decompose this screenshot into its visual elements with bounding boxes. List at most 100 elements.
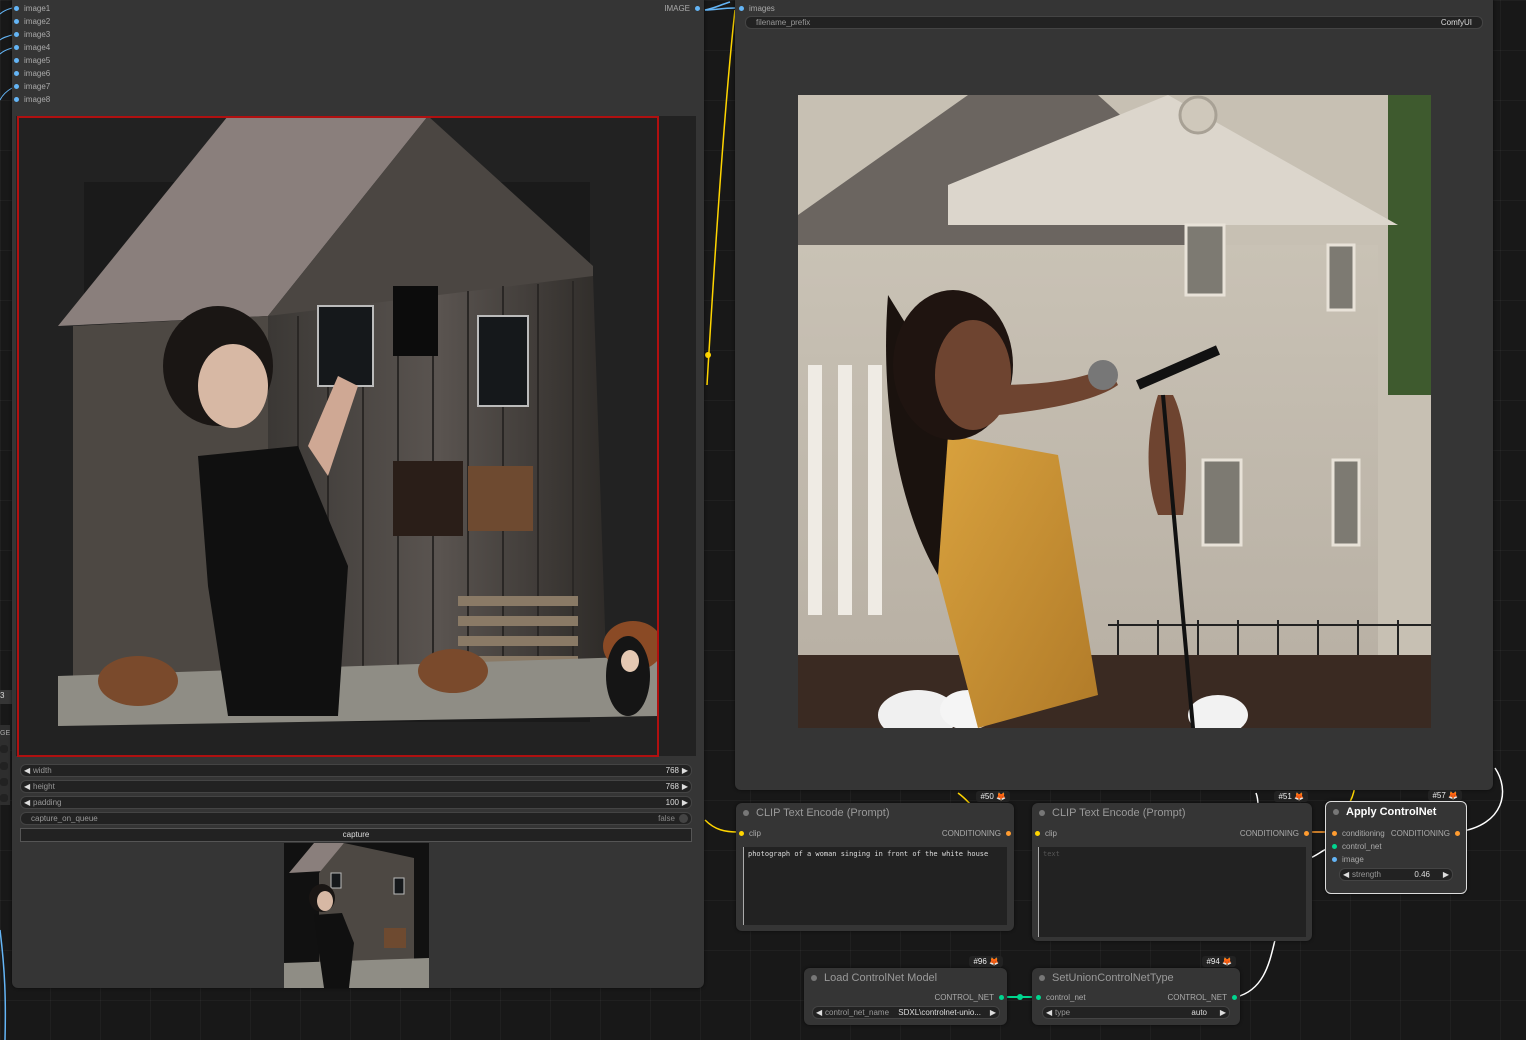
node-title[interactable]: CLIP Text Encode (Prompt) — [736, 803, 1014, 823]
increment-arrow-icon[interactable]: ▶ — [682, 765, 688, 776]
input-control-net[interactable]: control_net — [1036, 993, 1086, 1002]
capture-on-queue-toggle[interactable]: capture_on_queue false — [20, 812, 692, 825]
input-image2[interactable]: image2 — [14, 17, 50, 26]
output-conditioning[interactable]: CONDITIONING — [1240, 829, 1309, 838]
input-pin-icon — [14, 84, 19, 90]
node-title[interactable]: CLIP Text Encode (Prompt) — [1032, 803, 1312, 823]
capture-button[interactable]: capture — [20, 828, 692, 842]
output-conditioning[interactable]: CONDITIONING — [942, 829, 1011, 838]
edge-arrow-3[interactable] — [0, 778, 8, 786]
input-pin-icon — [1332, 857, 1337, 863]
title-text: SetUnionControlNetType — [1052, 972, 1174, 984]
increment-arrow-icon[interactable]: ▶ — [682, 797, 688, 808]
input-pin-icon — [1332, 831, 1337, 837]
decrement-arrow-icon[interactable]: ◀ — [816, 1007, 822, 1018]
compositor-node[interactable]: image1 image2 image3 image4 image5 image… — [12, 0, 704, 988]
widget-label: capture_on_queue — [31, 814, 98, 823]
width-widget[interactable]: ◀ width 768 ▶ — [20, 764, 692, 777]
title-text: CLIP Text Encode (Prompt) — [756, 807, 890, 819]
node-id-badge: #51 🦊 — [1274, 791, 1308, 802]
collapse-dot-icon[interactable] — [811, 975, 817, 981]
slot-label: image7 — [24, 82, 51, 91]
title-text: Apply ControlNet — [1346, 806, 1437, 818]
clip-text-encode-node-50[interactable]: #50 🦊 CLIP Text Encode (Prompt) clip CON… — [736, 791, 1014, 931]
strength-widget[interactable]: ◀ strength 0.46 ▶ — [1339, 868, 1453, 881]
input-image[interactable]: image — [1332, 855, 1364, 864]
slot-label: image4 — [24, 43, 51, 52]
output-pin-icon — [695, 6, 700, 12]
save-image-node[interactable]: images filename_prefix ComfyUI — [735, 0, 1493, 790]
padding-widget[interactable]: ◀ padding 100 ▶ — [20, 796, 692, 809]
collapse-dot-icon[interactable] — [1039, 975, 1045, 981]
output-image[interactable] — [798, 95, 1431, 728]
node-title[interactable]: Apply ControlNet — [1326, 802, 1466, 822]
input-image8[interactable]: image8 — [14, 95, 50, 104]
output-control-net[interactable]: CONTROL_NET — [934, 993, 1004, 1002]
edge-arrow-4[interactable] — [0, 794, 8, 802]
edge-arrow-1[interactable] — [0, 745, 8, 753]
slot-label: CONDITIONING — [1239, 829, 1299, 838]
edge-arrow-2[interactable] — [0, 762, 8, 770]
filename-prefix-widget[interactable]: filename_prefix ComfyUI — [745, 16, 1483, 29]
composition-canvas[interactable] — [16, 116, 696, 757]
title-text: Load ControlNet Model — [824, 972, 938, 984]
slot-label: CONTROL_NET — [934, 993, 994, 1002]
collapse-dot-icon[interactable] — [743, 810, 749, 816]
input-clip[interactable]: clip — [1035, 829, 1057, 838]
title-text: CLIP Text Encode (Prompt) — [1052, 807, 1186, 819]
input-image4[interactable]: image4 — [14, 43, 50, 52]
badge-text: #96 — [973, 957, 987, 966]
widget-value: 768 — [665, 782, 679, 791]
decrement-arrow-icon[interactable]: ◀ — [24, 797, 30, 808]
output-control-net[interactable]: CONTROL_NET — [1167, 993, 1237, 1002]
canvas-selection-frame — [17, 116, 659, 757]
fox-icon: 🦊 — [989, 957, 999, 966]
badge-text: #51 — [1278, 792, 1292, 801]
slot-label: CONDITIONING — [1390, 829, 1450, 838]
widget-label: type — [1055, 1008, 1071, 1017]
input-image6[interactable]: image6 — [14, 69, 50, 78]
increment-arrow-icon[interactable]: ▶ — [990, 1007, 996, 1018]
load-controlnet-model-node[interactable]: #96 🦊 Load ControlNet Model CONTROL_NET … — [804, 956, 1007, 1025]
collapse-dot-icon[interactable] — [1039, 810, 1045, 816]
input-control-net[interactable]: control_net — [1332, 842, 1382, 851]
decrement-arrow-icon[interactable]: ◀ — [24, 781, 30, 792]
set-union-controlnet-type-node[interactable]: #94 🦊 SetUnionControlNetType control_net… — [1032, 956, 1240, 1025]
decrement-arrow-icon[interactable]: ◀ — [24, 765, 30, 776]
fox-icon: 🦊 — [1294, 792, 1304, 801]
input-images[interactable]: images — [739, 4, 775, 13]
prompt-textarea[interactable]: photograph of a woman singing in front o… — [743, 847, 1007, 925]
output-conditioning[interactable]: CONDITIONING — [1391, 829, 1460, 838]
edge-node-fragment: 3 — [0, 690, 12, 704]
output-image[interactable]: IMAGE — [664, 4, 700, 13]
prompt-textarea[interactable]: text — [1038, 847, 1306, 937]
widget-label: control_net_name — [825, 1008, 890, 1017]
control-net-name-combo[interactable]: ◀ control_net_name SDXL\controlnet-unio.… — [812, 1006, 1000, 1019]
input-image1[interactable]: image1 — [14, 4, 50, 13]
input-image3[interactable]: image3 — [14, 30, 50, 39]
output-pin-icon — [1006, 831, 1011, 837]
collapse-dot-icon[interactable] — [1333, 809, 1339, 815]
slot-label: image — [1342, 855, 1364, 864]
input-image5[interactable]: image5 — [14, 56, 50, 65]
input-clip[interactable]: clip — [739, 829, 761, 838]
slot-label: image5 — [24, 56, 51, 65]
slot-label: control_net — [1046, 993, 1086, 1002]
widget-value: SDXL\controlnet-unio... — [898, 1008, 981, 1017]
clip-text-encode-node-51[interactable]: #51 🦊 CLIP Text Encode (Prompt) clip CON… — [1032, 791, 1312, 941]
type-combo[interactable]: ◀ type auto ▶ — [1042, 1006, 1230, 1019]
input-image7[interactable]: image7 — [14, 82, 50, 91]
input-pin-icon — [14, 19, 19, 25]
height-widget[interactable]: ◀ height 768 ▶ — [20, 780, 692, 793]
node-title[interactable]: Load ControlNet Model — [804, 968, 1007, 988]
input-conditioning[interactable]: conditioning — [1332, 829, 1385, 838]
decrement-arrow-icon[interactable]: ◀ — [1046, 1007, 1052, 1018]
decrement-arrow-icon[interactable]: ◀ — [1343, 869, 1349, 880]
node-id-badge: #57 🦊 — [1428, 790, 1462, 801]
node-title[interactable]: SetUnionControlNetType — [1032, 968, 1240, 988]
increment-arrow-icon[interactable]: ▶ — [682, 781, 688, 792]
apply-controlnet-node[interactable]: #57 🦊 Apply ControlNet conditioning COND… — [1325, 790, 1467, 894]
increment-arrow-icon[interactable]: ▶ — [1220, 1007, 1226, 1018]
increment-arrow-icon[interactable]: ▶ — [1443, 869, 1449, 880]
slot-label: image8 — [24, 95, 51, 104]
